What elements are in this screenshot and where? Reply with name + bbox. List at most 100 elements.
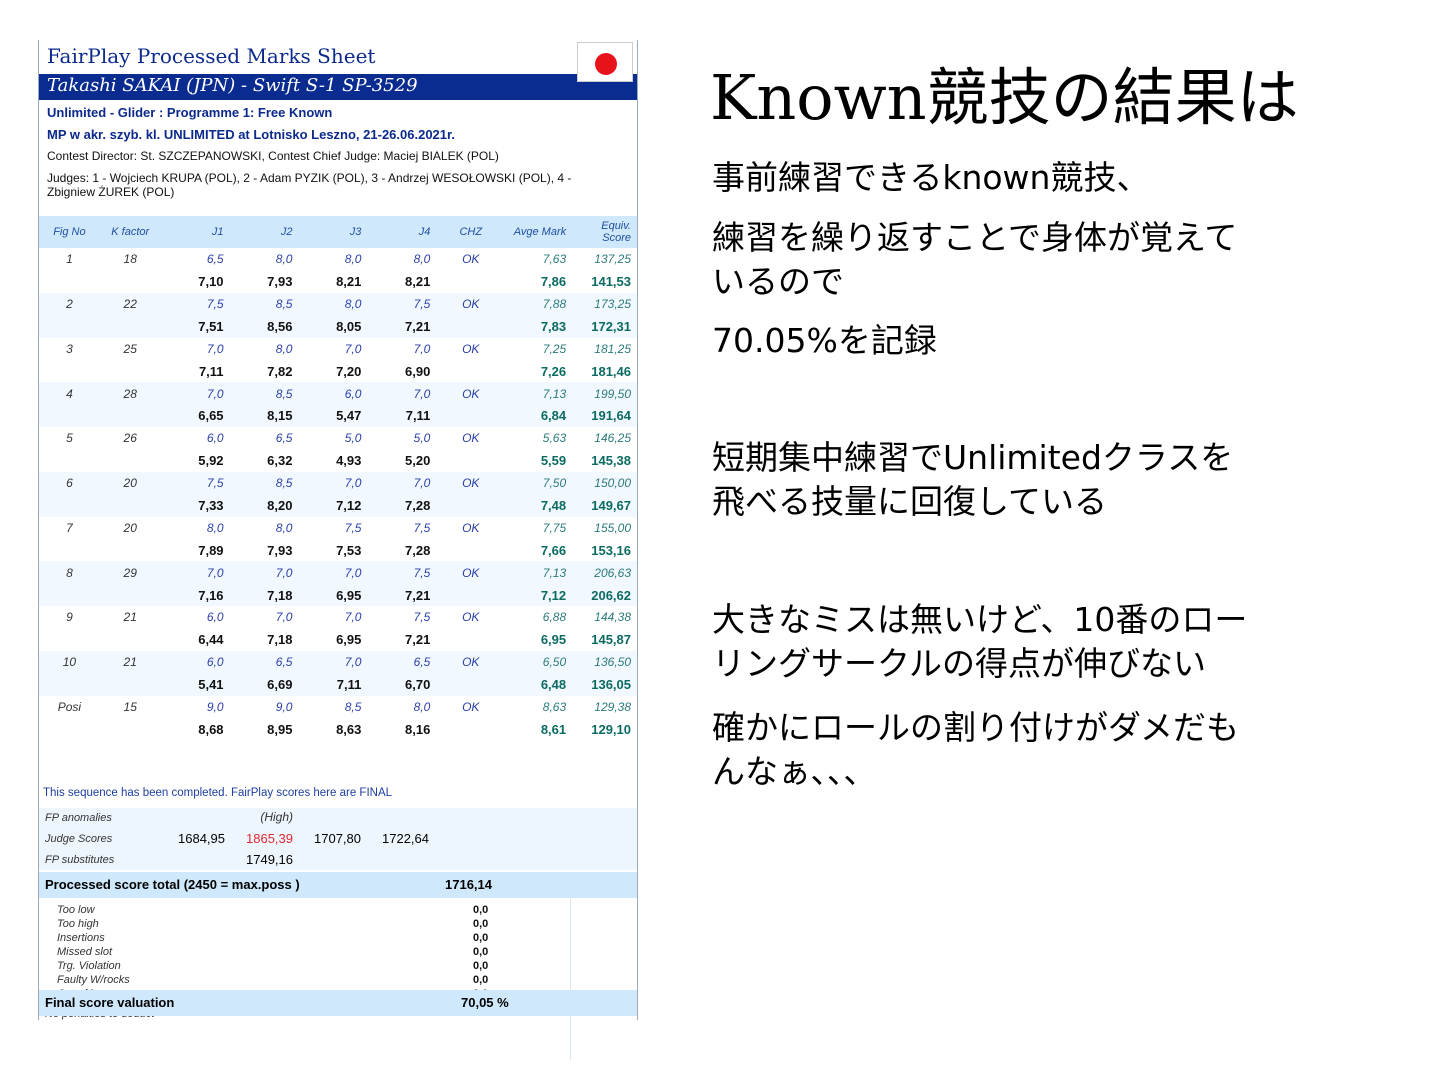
fp-anomalies-label: FP anomalies: [45, 812, 112, 824]
figure-number: 8: [39, 561, 100, 584]
figure-row: 10 21 6,0 6,5 7,0 6,5 OK 6,50 136,50: [39, 651, 637, 674]
slide-text-2b: いるので: [712, 262, 844, 301]
figure-number: 3: [66, 341, 73, 356]
penalty-label: Insertions: [57, 932, 105, 944]
judge-mark: 9,0: [206, 700, 224, 714]
penalty-value: 0,0: [473, 932, 489, 944]
fp-average: 6,84: [505, 404, 573, 428]
fairplay-row: 8,68 8,95 8,63 8,16 8,61 129,10: [39, 718, 637, 740]
penalty-label: Too high: [57, 918, 99, 930]
fp-judge-score: 8,21: [336, 274, 362, 290]
fp-equiv-score: 206,62: [572, 583, 637, 607]
chz-status: OK: [462, 700, 480, 714]
equiv-score: 173,25: [572, 292, 637, 316]
empty-cell: [39, 270, 100, 292]
fp-judge-score: 7,12: [298, 494, 368, 517]
penalty-values: 0,00,00,00,00,00,00,0: [473, 903, 488, 1001]
fp-equiv-score: 145,38: [591, 453, 631, 469]
figure-row: 8 29 7,0 7,0 7,0 7,5 OK 7,13 206,63: [39, 561, 637, 584]
slide-text-3: 70.05%を記録: [712, 321, 937, 360]
k-factor: 28: [99, 382, 161, 405]
chz-status: OK: [462, 341, 480, 356]
empty-cell: [100, 360, 161, 382]
slide-text-4a: 短期集中練習でUnlimitedクラスを: [712, 438, 1234, 477]
judge-mark: 6,0: [298, 382, 368, 405]
judge-mark: 8,0: [413, 252, 431, 267]
figure-row: 7 20 8,0 8,0 7,5 7,5 OK 7,75 155,00: [39, 517, 637, 539]
empty-cell: [436, 270, 505, 292]
empty-cell: [39, 315, 100, 338]
fp-judge-score: 8,20: [229, 494, 299, 517]
fp-judge-score: 7,82: [267, 363, 293, 379]
judges-line-1: Judges: 1 - Wojciech KRUPA (POL), 2 - Ad…: [47, 171, 572, 185]
figure-number: 5: [66, 431, 73, 446]
fp-summary: FP anomalies (High) Judge Scores 1684,95…: [39, 808, 637, 870]
fairplay-row: 7,51 8,56 8,05 7,21 7,83 172,31: [39, 315, 637, 338]
judge-scores-label: Judge Scores: [45, 833, 113, 845]
chz-status: OK: [436, 651, 506, 674]
slide-text-5b: リングサークルの得点が伸びない: [712, 644, 1207, 683]
figure-row: 5 26 6,0 6,5 5,0 5,0 OK 5,63 146,25: [39, 427, 637, 449]
average-mark: 6,88: [542, 610, 567, 625]
empty-cell: [99, 404, 161, 428]
judge-mark: 7,5: [367, 292, 437, 316]
judge-mark: 7,0: [229, 561, 299, 584]
equiv-score: 144,38: [594, 610, 631, 625]
empty-cell: [436, 539, 505, 561]
slide-text-6a: 確かにロールの割り付けがダメだも: [712, 708, 1240, 747]
judge-mark: 7,5: [160, 292, 230, 316]
marks-sheet: FairPlay Processed Marks Sheet Takashi S…: [38, 40, 638, 1060]
judge-mark: 7,5: [413, 520, 431, 535]
penalty-value: 0,0: [473, 960, 489, 972]
sheet-title: FairPlay Processed Marks Sheet: [47, 44, 376, 68]
judge-mark: 7,0: [206, 341, 224, 356]
judge-mark: 8,5: [344, 700, 362, 714]
fp-judge-score: 7,11: [367, 404, 437, 428]
equiv-score: 155,00: [594, 520, 631, 535]
average-mark: 7,88: [505, 292, 573, 316]
k-factor: 26: [123, 431, 137, 446]
header-avg: Avge Mark: [505, 216, 573, 248]
judge-mark: 8,5: [229, 471, 299, 495]
fp-judge-score: 7,28: [367, 494, 437, 517]
fp-average: 5,59: [540, 453, 567, 469]
equiv-score: 136,50: [572, 651, 637, 674]
empty-cell: [39, 673, 100, 696]
penalty-labels: Too low Too high Insertions Missed slot Trg.…: [57, 903, 130, 1001]
fp-judge-score: 7,20: [336, 363, 362, 379]
fp-average: 8,61: [540, 721, 567, 737]
judge-mark: 7,0: [160, 382, 230, 405]
fp-judge-score: 6,70: [367, 673, 437, 696]
fp-judge-score: 7,11: [198, 363, 224, 379]
empty-cell: [436, 450, 505, 472]
fp-judge-score: 7,28: [405, 542, 431, 558]
final-score-band: Final score valuation 70,05 %: [39, 990, 637, 1016]
figure-number: 6: [39, 471, 100, 495]
fp-judge-score: 7,93: [267, 542, 293, 558]
empty-cell: [39, 360, 100, 382]
k-factor: 22: [99, 292, 161, 316]
equiv-score: 129,38: [594, 700, 631, 714]
chz-status: OK: [462, 610, 480, 625]
empty-cell: [99, 494, 161, 517]
fp-judge-score: 6,65: [160, 404, 230, 428]
contest-line: MP w akr. szyb. kl. UNLIMITED at Lotnisk…: [47, 127, 455, 142]
average-mark: 7,13: [505, 382, 573, 405]
fp-judge-score: 8,68: [198, 721, 224, 737]
fp-judge-score: 7,89: [198, 542, 224, 558]
k-factor: 21: [99, 651, 161, 674]
table-header-row: Fig No K factor J1 J2 J3 J4 CHZ Avge Mar…: [39, 216, 637, 248]
average-mark: 6,50: [505, 651, 573, 674]
processed-score-value: 1716,14: [445, 877, 492, 892]
judge-score-2-high: 1865,39: [246, 831, 293, 846]
fp-equiv-score: 145,87: [591, 632, 631, 648]
judge-score-1: 1684,95: [178, 831, 225, 846]
fp-judge-score: 7,33: [160, 494, 230, 517]
judge-mark: 5,0: [344, 431, 362, 446]
judge-mark: 7,0: [275, 610, 293, 625]
penalty-value: 0,0: [473, 946, 489, 958]
judge-mark: 8,0: [275, 252, 293, 267]
fairplay-row: 7,89 7,93 7,53 7,28 7,66 153,16: [39, 539, 637, 561]
empty-cell: [436, 718, 505, 740]
column-divider: [570, 898, 571, 1060]
